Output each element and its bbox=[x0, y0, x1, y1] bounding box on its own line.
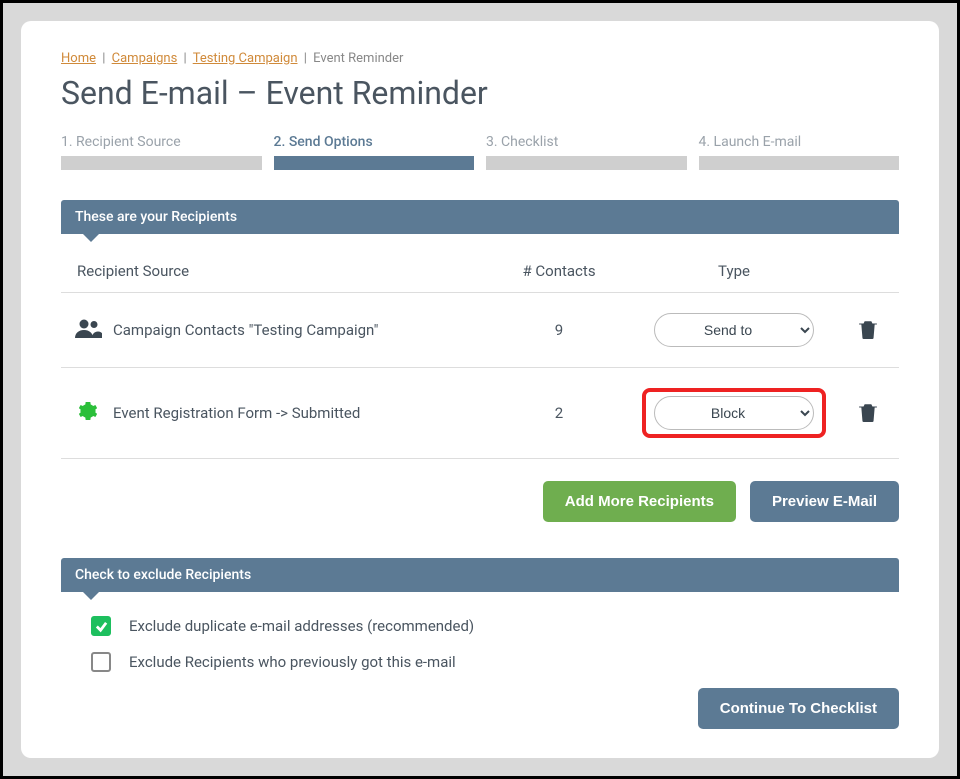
trash-icon bbox=[859, 327, 877, 342]
breadcrumb-home[interactable]: Home bbox=[61, 51, 96, 66]
row-source: Campaign Contacts "Testing Campaign" bbox=[107, 321, 489, 339]
breadcrumb: Home | Campaigns | Testing Campaign | Ev… bbox=[61, 51, 899, 66]
breadcrumb-campaign[interactable]: Testing Campaign bbox=[193, 51, 298, 66]
step-checklist[interactable]: 3. Checklist bbox=[486, 134, 687, 170]
table-header: Recipient Source # Contacts Type bbox=[61, 262, 899, 293]
breadcrumb-sep: | bbox=[102, 51, 105, 66]
highlight-box: Block bbox=[642, 388, 826, 438]
col-header-type: Type bbox=[629, 262, 839, 280]
people-icon bbox=[69, 318, 107, 342]
add-more-recipients-button[interactable]: Add More Recipients bbox=[543, 481, 736, 522]
exclude-duplicates-checkbox[interactable] bbox=[91, 616, 111, 636]
step-launch-email[interactable]: 4. Launch E-mail bbox=[699, 134, 900, 170]
row-contacts: 9 bbox=[489, 321, 629, 339]
step-label: 1. Recipient Source bbox=[61, 134, 262, 150]
main-card: Home | Campaigns | Testing Campaign | Ev… bbox=[21, 21, 939, 758]
page-title: Send E-mail – Event Reminder bbox=[61, 74, 899, 112]
step-label: 2. Send Options bbox=[274, 134, 475, 150]
breadcrumb-sep: | bbox=[304, 51, 307, 66]
recipients-section-header: These are your Recipients bbox=[61, 200, 899, 234]
exclude-section-header: Check to exclude Recipients bbox=[61, 558, 899, 592]
wizard-steps: 1. Recipient Source 2. Send Options 3. C… bbox=[61, 134, 899, 170]
delete-row-button[interactable] bbox=[855, 398, 881, 429]
step-label: 3. Checklist bbox=[486, 134, 687, 150]
exclude-previous-row: Exclude Recipients who previously got th… bbox=[91, 652, 869, 672]
row-source: Event Registration Form -> Submitted bbox=[107, 404, 489, 422]
exclude-previous-label: Exclude Recipients who previously got th… bbox=[129, 653, 456, 671]
bottom-button-row: Continue To Checklist bbox=[61, 688, 899, 729]
exclude-options: Exclude duplicate e-mail addresses (reco… bbox=[61, 616, 899, 672]
delete-row-button[interactable] bbox=[855, 315, 881, 346]
trash-icon bbox=[859, 410, 877, 425]
row-contacts: 2 bbox=[489, 404, 629, 422]
check-icon bbox=[95, 620, 108, 633]
recipients-table: Recipient Source # Contacts Type Campaig… bbox=[61, 262, 899, 459]
row-type: Block bbox=[629, 388, 839, 438]
step-send-options[interactable]: 2. Send Options bbox=[274, 134, 475, 170]
exclude-previous-checkbox[interactable] bbox=[91, 652, 111, 672]
type-select[interactable]: Send to bbox=[654, 313, 814, 347]
exclude-duplicates-row: Exclude duplicate e-mail addresses (reco… bbox=[91, 616, 869, 636]
gear-icon bbox=[69, 402, 107, 424]
step-bar bbox=[274, 156, 475, 170]
table-row: Campaign Contacts "Testing Campaign" 9 S… bbox=[61, 293, 899, 368]
table-row: Event Registration Form -> Submitted 2 B… bbox=[61, 368, 899, 459]
col-header-source: Recipient Source bbox=[69, 262, 489, 280]
step-label: 4. Launch E-mail bbox=[699, 134, 900, 150]
step-bar bbox=[61, 156, 262, 170]
preview-email-button[interactable]: Preview E-Mail bbox=[750, 481, 899, 522]
recipients-button-row: Add More Recipients Preview E-Mail bbox=[61, 481, 899, 522]
breadcrumb-sep: | bbox=[184, 51, 187, 66]
continue-to-checklist-button[interactable]: Continue To Checklist bbox=[698, 688, 899, 729]
type-select[interactable]: Block bbox=[654, 396, 814, 430]
step-recipient-source[interactable]: 1. Recipient Source bbox=[61, 134, 262, 170]
col-header-contacts: # Contacts bbox=[489, 262, 629, 280]
step-bar bbox=[486, 156, 687, 170]
breadcrumb-campaigns[interactable]: Campaigns bbox=[112, 51, 178, 66]
exclude-duplicates-label: Exclude duplicate e-mail addresses (reco… bbox=[129, 617, 474, 635]
step-bar bbox=[699, 156, 900, 170]
row-type: Send to bbox=[629, 313, 839, 347]
breadcrumb-current: Event Reminder bbox=[313, 51, 403, 66]
